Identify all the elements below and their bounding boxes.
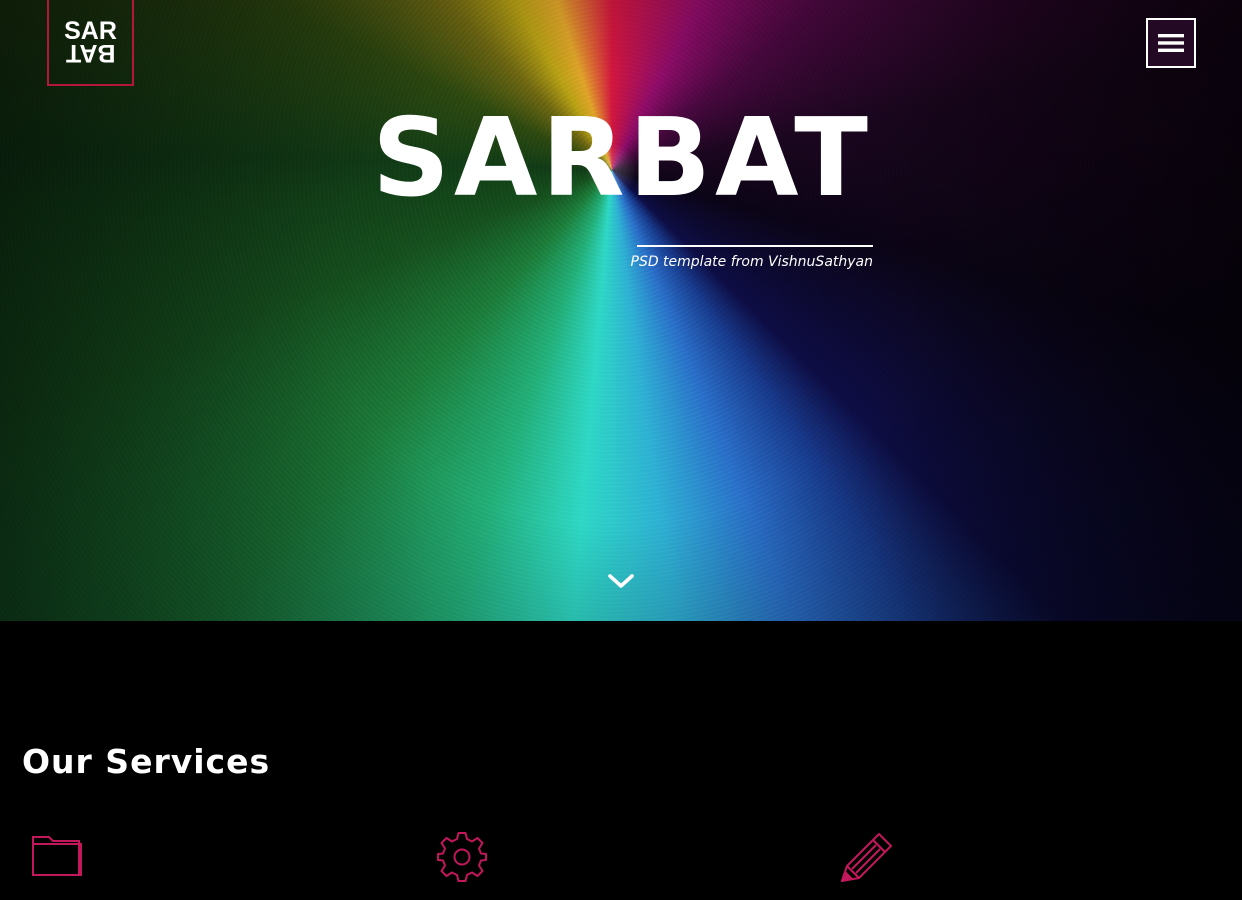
services-heading: Our Services	[22, 742, 271, 781]
page: SAR BAT SARBAT PSD template from VishnuS…	[0, 0, 1242, 900]
pencil-icon	[841, 833, 892, 882]
gear-icon	[437, 832, 487, 882]
service-settings	[436, 830, 488, 884]
chevron-down-icon	[608, 574, 634, 588]
hero-subtitle: PSD template from VishnuSathyan	[630, 254, 874, 270]
service-folder	[31, 830, 83, 878]
logo-text-bottom: BAT	[65, 39, 116, 67]
hero-title: SARBAT	[341, 100, 903, 218]
folder-icon	[32, 836, 82, 876]
hero-divider	[637, 245, 873, 247]
site-logo[interactable]: SAR BAT	[47, 0, 134, 86]
service-design	[840, 830, 894, 884]
menu-button[interactable]	[1146, 18, 1196, 68]
hamburger-menu-icon	[1158, 34, 1184, 52]
scroll-down-button[interactable]	[604, 568, 638, 596]
hero-section	[0, 0, 1242, 621]
hero-title-text: SARBAT	[372, 96, 872, 221]
